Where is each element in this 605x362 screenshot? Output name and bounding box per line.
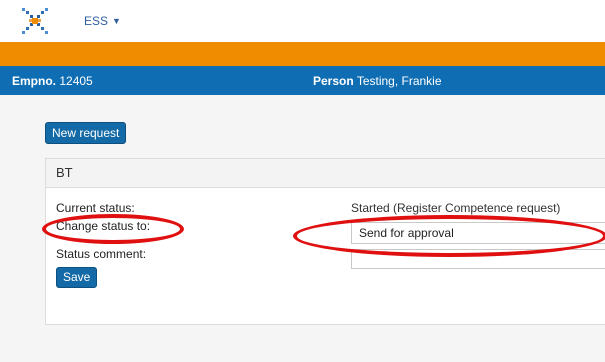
person-value: Testing, Frankie [356, 74, 442, 88]
status-comment-input[interactable] [351, 249, 605, 269]
ess-menu-label: ESS [84, 14, 109, 28]
empno-value: 12405 [59, 74, 93, 88]
accent-bar [0, 42, 605, 66]
caret-down-icon: ▼ [112, 16, 121, 26]
employee-info-bar: Empno. 12405 Person Testing, Frankie [0, 66, 605, 95]
status-comment-label: Status comment: [56, 247, 147, 261]
top-navigation: ESS ▼ [0, 0, 605, 42]
current-status-value: Started (Register Competence request) [351, 201, 561, 215]
person-label: Person [313, 74, 354, 88]
current-status-label: Current status: [56, 201, 135, 215]
panel-title: BT [46, 159, 605, 188]
logo-icon[interactable] [20, 6, 50, 36]
person-field: Person Testing, Frankie [313, 74, 442, 88]
change-status-select[interactable]: Send for approval [351, 222, 605, 244]
new-request-button[interactable]: New request [45, 122, 127, 144]
change-status-label: Change status to: [56, 219, 151, 233]
request-panel: BT Current status: Started (Register Com… [45, 158, 605, 325]
empno-label: Empno. [12, 74, 56, 88]
ess-menu-dropdown[interactable]: ESS ▼ [84, 14, 121, 28]
save-button[interactable]: Save [56, 267, 98, 288]
empno-field: Empno. 12405 [12, 74, 93, 88]
